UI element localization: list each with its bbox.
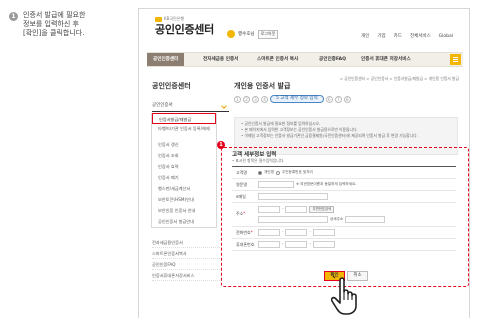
instruction-line: [확인]을 클릭합니다. <box>23 29 85 37</box>
notice-line: • 이메일 고객정보는 인증서 발급기관인 금융결제원(국민인증센터)에 제공되… <box>241 133 418 138</box>
util-link[interactable]: Global <box>439 34 453 39</box>
required-mark: * <box>250 230 253 235</box>
step-dot: 7 <box>334 95 342 103</box>
nav-item-phone-save[interactable]: 인증서 휴대폰 저장서비스 <box>361 53 411 66</box>
lnb-link-phone-copy[interactable]: 스마트폰인증서복사 <box>152 248 222 259</box>
form-row: 영문명 ※ 여권영문이름과 동일하게 입력하세요. <box>232 179 456 191</box>
logout-button[interactable]: 로그아웃 <box>257 30 279 39</box>
lnb-item-tax-invoice[interactable]: 행스펀/세금계산서 <box>152 183 216 194</box>
global-nav: 공인인증센터 전자세금용 인증서 스마트폰 인증서 복사 공인인증FAQ 인증서… <box>147 52 463 67</box>
lnb-item-renew[interactable]: 인증서 갱신 <box>152 139 216 150</box>
site-logo[interactable]: KB국민은행 공인인증센터 <box>155 16 214 36</box>
util-link[interactable]: 기업 <box>377 34 385 39</box>
star-icon <box>227 30 235 39</box>
mobile-field-2[interactable] <box>285 241 308 248</box>
lnb-title: 공인인증센터 <box>152 82 191 90</box>
lnb-item-security[interactable]: 보안인증 인증서 안내 <box>152 205 216 216</box>
step-dot: 6 <box>325 95 333 103</box>
phone-field-2[interactable] <box>285 229 308 236</box>
lnb-item-register[interactable]: 타행/타기관 인증서 등록/해제 <box>152 124 216 139</box>
field-label: 주소* <box>232 203 254 226</box>
phone-label: 전화번호 <box>236 230 251 235</box>
hand-cursor-icon <box>331 276 357 315</box>
mobile-field-1[interactable] <box>258 241 280 248</box>
radio-label: 주민등록번호 뒷자리 <box>281 170 313 175</box>
lnb-item-validity[interactable]: 인증서 효력 <box>152 161 216 172</box>
user-name: 행수호님 <box>238 31 255 37</box>
zip-search-button[interactable]: 우편번호검색 <box>309 206 335 213</box>
step-dot: 2 <box>243 95 250 103</box>
address-detail-field[interactable] <box>345 216 386 223</box>
lnb-select-label: 공인인증서 <box>152 103 173 108</box>
step-indicator: 1 2 3 4 5 고객 세부 정보 입력 6 7 8 <box>234 95 351 103</box>
address-field[interactable] <box>258 216 328 223</box>
lnb-category-select[interactable]: 공인인증서 <box>152 102 229 112</box>
field-label: 전화번호* <box>232 227 254 238</box>
field-label: 고객명 <box>236 170 248 175</box>
nav-item-phone-copy[interactable]: 스마트폰 인증서 복사 <box>257 53 298 66</box>
step-dot: 8 <box>343 95 351 103</box>
radio-label: 개인명 <box>264 170 274 175</box>
lnb-item-guide[interactable]: 공인인증서 발급안내 <box>152 216 216 227</box>
email-field[interactable] <box>258 193 328 200</box>
zip-field-1[interactable] <box>258 206 280 213</box>
nav-item-tax-cert[interactable]: 전자세금용 인증서 <box>203 53 238 66</box>
lnb-link-phone-save[interactable]: 인증서휴대폰저장서비스 <box>152 270 222 281</box>
util-link[interactable]: 카드 <box>394 34 402 39</box>
step-dot: 4 <box>261 95 268 103</box>
customer-form: 고객명 개인명 주민등록번호 뒷자리 영문명 ※ 여권영문이름과 동일하게 입력… <box>232 166 456 251</box>
lnb-item-hsm[interactable]: 보안토큰(HSM)안내 <box>152 194 216 205</box>
field-label: 휴대폰번호 <box>236 242 255 247</box>
zip-field-2[interactable] <box>285 206 308 213</box>
english-name-field[interactable] <box>258 181 294 188</box>
form-row: 고객명 개인명 주민등록번호 뒷자리 <box>232 167 456 179</box>
field-label: e메일 <box>236 194 246 199</box>
nav-item-faq[interactable]: 공인인증FAQ <box>319 53 346 66</box>
lnb-item-view[interactable]: 인증서 조회 <box>152 150 216 161</box>
step-badge: 1 <box>9 12 18 21</box>
required-mark: * <box>243 211 246 216</box>
form-row: e메일 <box>232 191 456 203</box>
mobile-field-3[interactable] <box>312 241 335 248</box>
chevron-down-icon <box>221 103 227 109</box>
util-link[interactable]: 전체서비스 <box>410 34 431 39</box>
instruction-line: 정보를 입력하신 후 <box>23 20 79 28</box>
hamburger-icon[interactable] <box>450 54 461 65</box>
utility-links: 개인 기업 카드 전체서비스 Global <box>361 34 453 39</box>
lnb-bottom-links: 전자세금용인증서 스마트폰인증서복사 공인인증FAQ 인증서휴대폰저장서비스 <box>152 237 222 281</box>
phone-field-3[interactable] <box>312 229 335 236</box>
field-label: 영문명 <box>236 182 248 187</box>
field-hint: ※ 여권영문이름과 동일하게 입력하세요. <box>296 182 357 187</box>
step-dot: 3 <box>252 95 259 103</box>
breadcrumb: > 공인인증센터 > 공인인증서 > 인증서발급/재발급 > 개인용 인증서 발… <box>339 76 459 81</box>
bank-name: KB국민은행 <box>164 16 185 22</box>
lnb-item-revoke[interactable]: 인증서 폐기 <box>152 172 216 183</box>
instruction-text: 인증서 발급에 필요한 정보를 입력하신 후 [확인]을 클릭합니다. <box>23 11 118 38</box>
util-link[interactable]: 개인 <box>361 34 369 39</box>
page-title: 개인용 인증서 발급 <box>234 82 291 90</box>
phone-field-1[interactable] <box>258 229 280 236</box>
site-title: 공인인증센터 <box>155 23 214 36</box>
radio-option[interactable] <box>258 170 262 175</box>
lnb-link-tax[interactable]: 전자세금용인증서 <box>152 237 222 248</box>
form-row: 전화번호* - - <box>232 227 456 239</box>
highlight-badge: 1 <box>217 141 225 149</box>
current-step: 5 고객 세부 정보 입력 <box>270 95 324 103</box>
nav-item-cert-center[interactable]: 공인인증센터 <box>147 53 185 66</box>
form-row: 주소* - 우편번호검색 상세주소 <box>232 203 456 227</box>
kb-logo-icon <box>155 17 162 22</box>
lnb-item-issue[interactable]: 인증서발급/재발급 <box>152 113 216 124</box>
lnb-submenu: 인증서발급/재발급 타행/타기관 인증서 등록/해제 인증서 갱신 인증서 조회… <box>151 113 217 228</box>
lnb-link-faq[interactable]: 공인인증FAQ <box>152 259 222 270</box>
form-row: 휴대폰번호 - - <box>232 239 456 251</box>
step-dot: 1 <box>234 95 241 103</box>
address-detail-label: 상세주소 <box>330 217 344 222</box>
radio-option[interactable] <box>275 170 280 175</box>
instruction-line: 인증서 발급에 필요한 <box>23 11 86 19</box>
user-info: 행수호님 로그아웃 <box>227 30 279 39</box>
form-subtitle: • 표시된 항목은 필수입력입니다. <box>232 158 285 163</box>
